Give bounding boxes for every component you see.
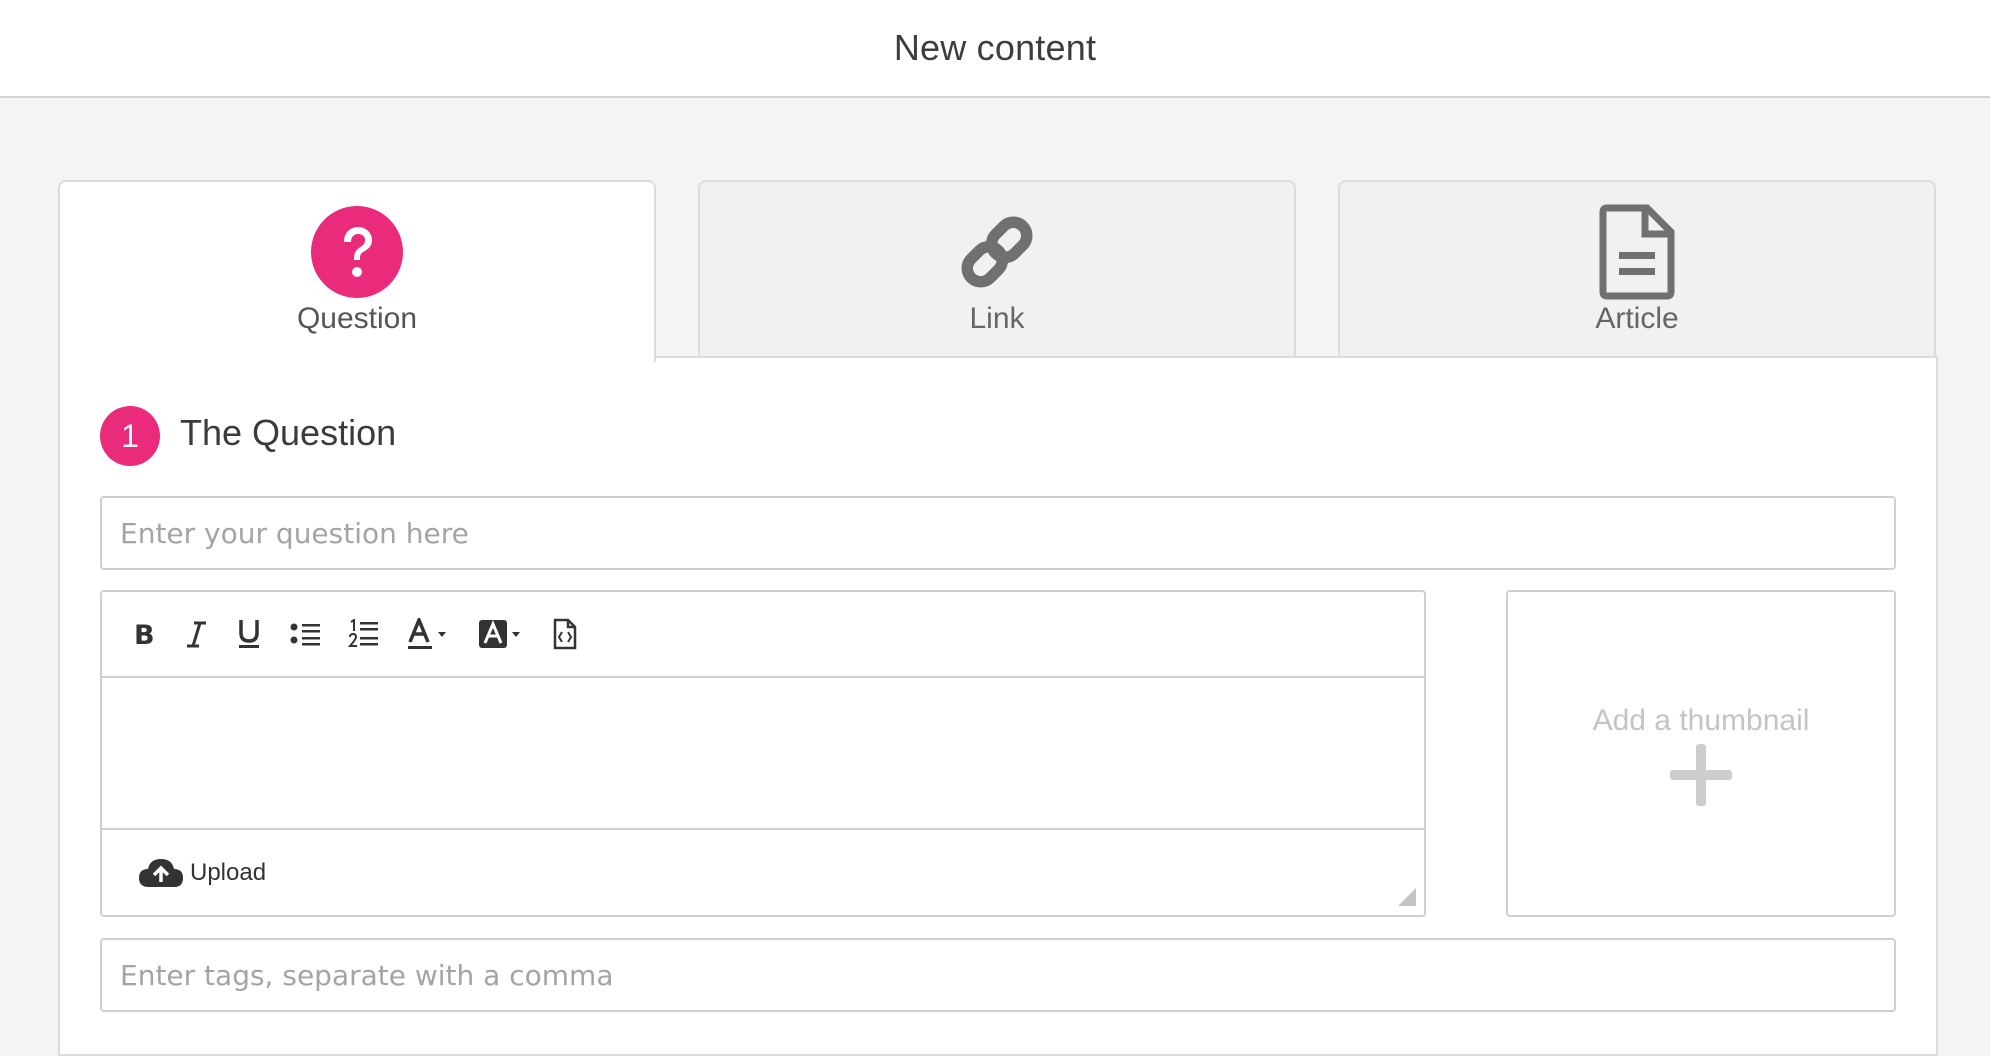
bulleted-list-button[interactable] xyxy=(290,614,320,654)
editor-toolbar: B xyxy=(102,592,1424,678)
numbered-list-icon xyxy=(348,619,378,647)
plus-icon xyxy=(1670,744,1732,806)
link-icon xyxy=(949,204,1045,300)
tab-question[interactable]: Question xyxy=(58,180,656,362)
rich-text-editor: B Upload xyxy=(100,590,1426,917)
tab-link[interactable]: Link xyxy=(698,180,1296,358)
upload-label: Upload xyxy=(190,859,267,886)
page-title: New content xyxy=(893,27,1097,68)
bold-icon: B xyxy=(134,620,155,649)
upload-button[interactable]: Upload xyxy=(138,857,266,889)
tab-question-label: Question xyxy=(296,302,418,335)
tab-article-label: Article xyxy=(1595,302,1679,335)
highlight-color-button[interactable] xyxy=(478,614,524,654)
question-circle-icon xyxy=(309,204,405,300)
bulleted-list-icon xyxy=(290,623,320,646)
editor-footer: Upload xyxy=(102,830,1424,916)
tags-input[interactable] xyxy=(100,938,1896,1012)
svg-text:B: B xyxy=(134,620,155,649)
top-bar: New content xyxy=(0,0,1990,98)
tab-article[interactable]: Article xyxy=(1338,180,1936,358)
bold-button[interactable]: B xyxy=(132,614,156,654)
italic-icon xyxy=(187,621,206,648)
highlight-color-icon xyxy=(479,620,520,648)
section-title: The Question xyxy=(180,412,397,453)
add-thumbnail-button[interactable]: Add a thumbnail xyxy=(1506,590,1896,917)
resize-handle-icon[interactable] xyxy=(1398,888,1416,906)
tab-link-label: Link xyxy=(969,302,1025,335)
step-number-badge: 1 xyxy=(100,406,160,466)
underline-button[interactable] xyxy=(236,614,262,654)
numbered-list-button[interactable] xyxy=(348,614,378,654)
question-input[interactable] xyxy=(100,496,1896,570)
italic-button[interactable] xyxy=(184,614,208,654)
text-color-button[interactable] xyxy=(406,614,450,654)
add-thumbnail-label: Add a thumbnail xyxy=(1592,704,1810,737)
editor-text-area[interactable] xyxy=(102,678,1424,830)
source-code-icon xyxy=(553,618,577,650)
text-color-icon xyxy=(408,618,446,649)
document-icon xyxy=(1589,204,1685,300)
cloud-upload-icon xyxy=(139,859,183,887)
source-code-button[interactable] xyxy=(552,614,578,654)
underline-icon xyxy=(239,620,259,648)
